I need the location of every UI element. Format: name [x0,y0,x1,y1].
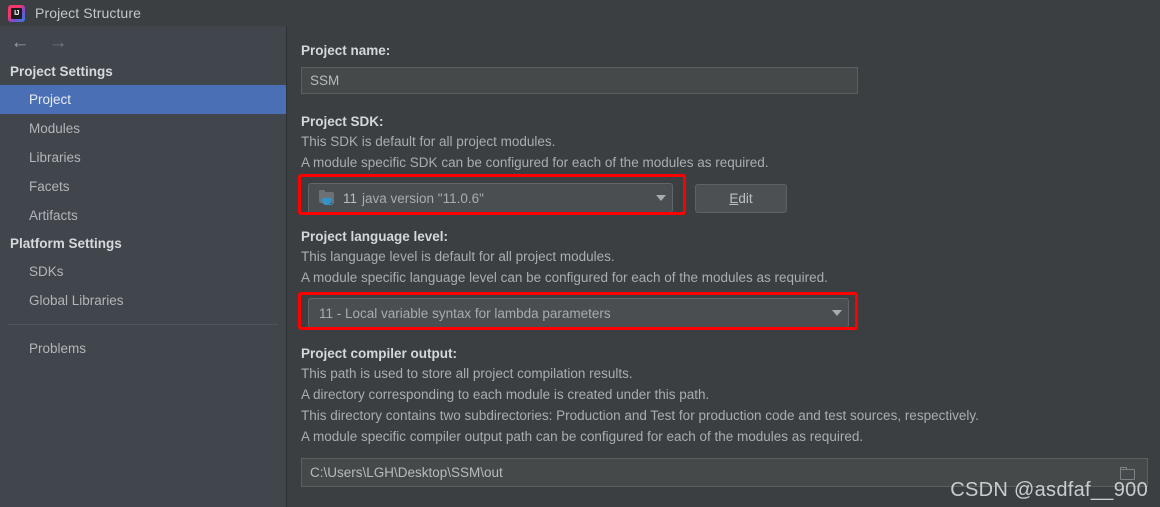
project-sdk-desc-2: A module specific SDK can be configured … [301,155,769,170]
language-level-dropdown[interactable]: 11 - Local variable syntax for lambda pa… [308,298,849,328]
compiler-output-path-value: C:\Users\LGH\Desktop\SSM\out [310,465,503,480]
app-icon-letters: IJ [14,9,19,17]
sidebar-item-libraries[interactable]: Libraries [0,143,286,172]
arrow-right-icon[interactable]: → [46,30,70,54]
window-title: Project Structure [35,5,141,21]
sidebar-item-artifacts[interactable]: Artifacts [0,201,286,230]
chevron-down-icon[interactable] [656,195,666,201]
compiler-output-label: Project compiler output: [301,346,458,361]
language-level-desc-1: This language level is default for all p… [301,249,615,264]
sidebar: ← → Project Settings Project Modules Lib… [0,26,287,507]
sidebar-item-label: Artifacts [29,208,78,223]
sidebar-item-modules[interactable]: Modules [0,114,286,143]
project-sdk-detail: java version "11.0.6" [362,190,484,206]
sidebar-item-label: Facets [29,179,70,194]
compiler-output-desc-2: A directory corresponding to each module… [301,387,710,402]
sidebar-nav-row: ← → [0,26,286,58]
project-sdk-label: Project SDK: [301,114,384,129]
project-sdk-version: 11 [343,190,358,206]
sidebar-item-problems[interactable]: Problems [0,334,286,363]
sidebar-item-label: Problems [29,341,87,356]
sidebar-item-global-libraries[interactable]: Global Libraries [0,286,286,315]
main-panel: Project name: SSM Project SDK: This SDK … [288,26,1160,507]
compiler-output-desc-3: This directory contains two subdirectori… [301,408,979,423]
project-sdk-desc-1: This SDK is default for all project modu… [301,134,556,149]
chevron-down-icon[interactable] [832,310,842,316]
edit-button-rest: dit [738,190,753,206]
java-sdk-folder-icon [319,190,336,205]
sidebar-item-label: Modules [29,121,81,136]
sidebar-item-project[interactable]: Project [0,85,286,114]
sidebar-group-title-project-settings: Project Settings [10,64,113,79]
sidebar-item-label: Project [29,92,72,107]
edit-button-mnemonic: E [729,190,739,206]
sidebar-item-label: Libraries [29,150,81,165]
project-name-input[interactable]: SSM [301,67,858,94]
project-sdk-dropdown[interactable]: 11 java version "11.0.6" [308,183,673,213]
sidebar-item-label: Global Libraries [29,293,124,308]
sidebar-group-title-platform-settings: Platform Settings [10,236,122,251]
edit-sdk-button[interactable]: Edit [695,183,787,213]
sidebar-item-sdks[interactable]: SDKs [0,257,286,286]
language-level-value: 11 - Local variable syntax for lambda pa… [319,305,611,321]
arrow-left-icon[interactable]: ← [8,30,32,54]
sidebar-item-label: SDKs [29,264,64,279]
language-level-label: Project language level: [301,229,449,244]
compiler-output-desc-4: A module specific compiler output path c… [301,429,864,444]
project-structure-dialog: IJ Project Structure ← → Project Setting… [0,0,1160,507]
watermark-text: CSDN @asdfaf__900 [950,479,1148,501]
compiler-output-desc-1: This path is used to store all project c… [301,366,633,381]
language-level-desc-2: A module specific language level can be … [301,270,828,285]
intellij-idea-logo-icon: IJ [8,4,25,22]
sidebar-item-facets[interactable]: Facets [0,172,286,201]
sidebar-divider [8,324,278,325]
title-bar: IJ Project Structure [0,0,1160,26]
project-name-label: Project name: [301,43,391,58]
project-name-value: SSM [310,73,340,88]
